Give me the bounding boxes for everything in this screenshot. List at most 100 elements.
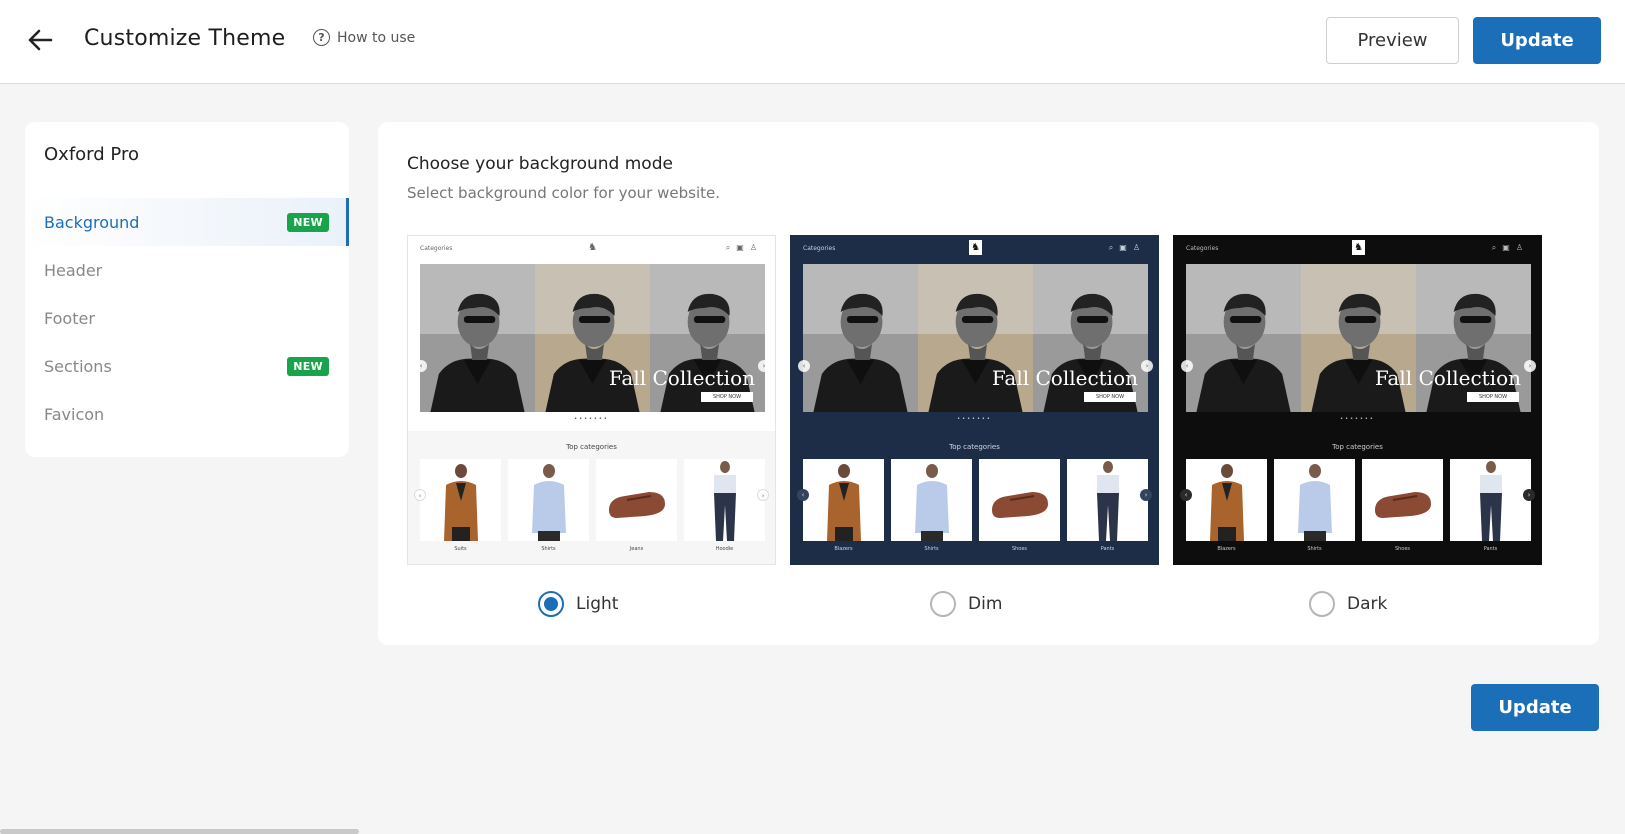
category-image (1450, 459, 1531, 541)
settings-sidebar: Oxford Pro Background NEW Header Footer … (25, 122, 349, 457)
mode-preview[interactable]: Categories ♞ ⌕▣♙ ‹ › Fall Collection SHO… (407, 235, 776, 565)
preview-hero: ‹ › Fall Collection SHOP NOW (415, 264, 770, 412)
preview-categories: Top categories Blazers Shirts Shoes Pants ‹… (791, 431, 1158, 564)
category-label: Shoes (1394, 546, 1411, 552)
preview-nav-label: Categories (420, 245, 453, 252)
sidebar-item-label: Header (44, 260, 103, 280)
new-badge: NEW (287, 213, 329, 232)
mode-label: Dark (1347, 594, 1388, 614)
category-label: Blazers (1217, 546, 1236, 552)
preview-hero: ‹ › Fall Collection SHOP NOW (798, 264, 1153, 412)
category-card: Pants (1067, 459, 1148, 559)
category-image (979, 459, 1060, 541)
sidebar-item-favicon[interactable]: Favicon (25, 390, 349, 438)
category-image (1362, 459, 1443, 541)
category-image (684, 459, 765, 541)
chevron-right-icon: › (1141, 360, 1153, 372)
update-button-top[interactable]: Update (1473, 17, 1601, 64)
panel-subtitle: Select background color for your website… (407, 184, 721, 202)
sidebar-item-background[interactable]: Background NEW (25, 198, 349, 246)
horizontal-scrollbar[interactable] (0, 829, 359, 834)
sidebar-item-footer[interactable]: Footer (25, 294, 349, 342)
background-mode-panel: Choose your background mode Select backg… (378, 122, 1599, 645)
chevron-left-icon: ‹ (1181, 360, 1193, 372)
preview-nav: Categories ♞ ⌕▣♙ (408, 236, 775, 262)
question-circle-icon: ? (313, 29, 330, 46)
category-image (420, 459, 501, 541)
category-image (1067, 459, 1148, 541)
category-label: Hoodie (715, 546, 734, 552)
radio-button[interactable] (930, 591, 956, 617)
sidebar-nav: Background NEW Header Footer Sections NE… (25, 198, 349, 438)
category-card: Shirts (1274, 459, 1355, 559)
category-image (1186, 459, 1267, 541)
chevron-right-icon: › (757, 489, 769, 501)
update-button-bottom[interactable]: Update (1471, 684, 1599, 731)
mode-radio[interactable]: Dark (1309, 591, 1387, 617)
category-label: Pants (1100, 546, 1115, 552)
category-card: Pants (1450, 459, 1531, 559)
preview-categories: Top categories Suits Shirts Jeans Hoodie ‹ › (408, 431, 775, 564)
category-label: Shoes (1011, 546, 1028, 552)
carousel-dots: ••••••• (1340, 416, 1375, 422)
preview-button[interactable]: Preview (1326, 17, 1459, 64)
category-label: Jeans (629, 546, 644, 552)
preview-nav-icons: ⌕▣♙ (1108, 243, 1146, 252)
hero-button: SHOP NOW (701, 392, 753, 402)
chevron-left-icon: ‹ (798, 360, 810, 372)
mode-radio[interactable]: Dim (930, 591, 1002, 617)
categories-title: Top categories (949, 443, 1000, 451)
sidebar-item-label: Sections (44, 356, 112, 376)
chevron-left-icon: ‹ (797, 489, 809, 501)
preview-hero: ‹ › Fall Collection SHOP NOW (1181, 264, 1536, 412)
arrow-left-icon (28, 29, 53, 51)
category-label: Shirts (924, 546, 939, 552)
category-card: Blazers (1186, 459, 1267, 559)
chevron-left-icon: ‹ (415, 360, 427, 372)
mode-option-light: Categories ♞ ⌕▣♙ ‹ › Fall Collection SHO… (407, 235, 776, 617)
how-to-use-link[interactable]: ? How to use (313, 29, 415, 46)
sidebar-item-label: Favicon (44, 404, 105, 424)
category-label: Suits (454, 546, 467, 552)
chevron-right-icon: › (1524, 360, 1536, 372)
how-to-use-label: How to use (337, 29, 416, 46)
category-label: Pants (1483, 546, 1498, 552)
category-card: Shoes (1362, 459, 1443, 559)
carousel-dots: ••••••• (957, 416, 992, 422)
new-badge: NEW (287, 357, 329, 376)
back-button[interactable] (22, 22, 58, 58)
category-label: Shirts (541, 546, 556, 552)
theme-name: Oxford Pro (44, 144, 139, 165)
categories-title: Top categories (1332, 443, 1383, 451)
preview-nav-label: Categories (803, 245, 836, 252)
preview-nav-icons: ⌕▣♙ (725, 243, 763, 252)
hero-photo (1186, 264, 1301, 412)
hero-text: Fall Collection (991, 366, 1138, 390)
mode-label: Light (576, 594, 619, 614)
sidebar-item-label: Background (44, 212, 140, 232)
category-label: Blazers (834, 546, 853, 552)
category-card: Jeans (596, 459, 677, 559)
mode-option-dim: Categories ♞ ⌕▣♙ ‹ › Fall Collection SHO… (790, 235, 1159, 617)
radio-button[interactable] (538, 591, 564, 617)
radio-button[interactable] (1309, 591, 1335, 617)
category-image (891, 459, 972, 541)
mode-label: Dim (968, 594, 1003, 614)
carousel-dots: ••••••• (574, 416, 609, 422)
preview-nav-icons: ⌕▣♙ (1491, 243, 1529, 252)
page-title: Customize Theme (84, 26, 286, 51)
mode-preview[interactable]: Categories ♞ ⌕▣♙ ‹ › Fall Collection SHO… (790, 235, 1159, 565)
category-card: Shirts (508, 459, 589, 559)
mode-radio[interactable]: Light (538, 591, 618, 617)
category-card: Shoes (979, 459, 1060, 559)
categories-title: Top categories (566, 443, 617, 451)
category-card: Suits (420, 459, 501, 559)
mode-preview[interactable]: Categories ♞ ⌕▣♙ ‹ › Fall Collection SHO… (1173, 235, 1542, 565)
preview-nav: Categories ♞ ⌕▣♙ (791, 236, 1158, 262)
category-card: Shirts (891, 459, 972, 559)
sidebar-item-header[interactable]: Header (25, 246, 349, 294)
chevron-left-icon: ‹ (1180, 489, 1192, 501)
hero-button: SHOP NOW (1084, 392, 1136, 402)
category-image (596, 459, 677, 541)
sidebar-item-sections[interactable]: Sections NEW (25, 342, 349, 390)
